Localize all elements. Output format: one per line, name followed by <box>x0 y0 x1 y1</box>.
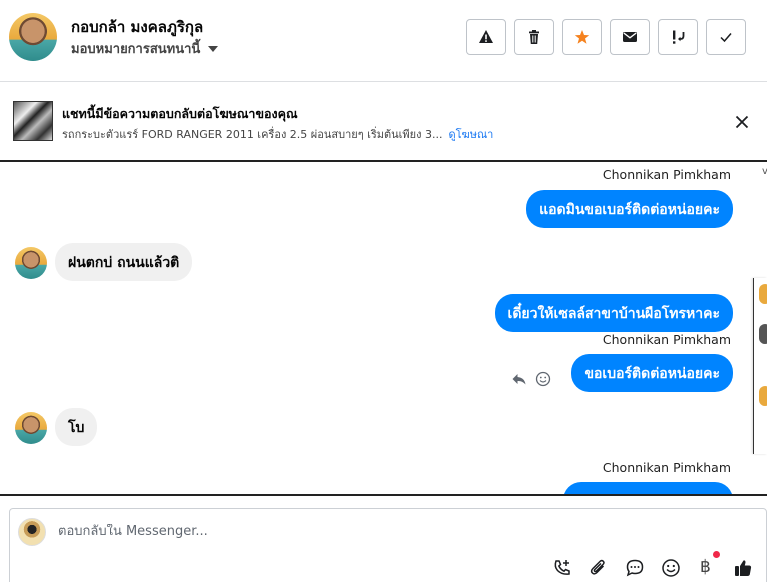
react-emoji-icon[interactable] <box>535 371 551 387</box>
contact-avatar-small[interactable] <box>15 412 47 444</box>
view-ad-link[interactable]: ดูโฆษณา <box>449 128 494 141</box>
composer <box>0 494 767 582</box>
add-call-icon[interactable] <box>552 558 572 578</box>
incoming-message[interactable]: โบ <box>55 408 98 446</box>
composer-box[interactable] <box>9 508 767 582</box>
ad-banner-title: แชทนี้มีข้อความตอบกลับต่อโฆษณาของคุณ <box>62 106 298 121</box>
side-avatar <box>759 284 767 304</box>
reply-input[interactable] <box>58 524 558 539</box>
attachment-icon[interactable] <box>589 558 609 578</box>
ad-description-line: รถกระบะตัวแรร์ FORD RANGER 2011 เครื่อง … <box>62 125 493 143</box>
side-avatar <box>759 386 767 406</box>
side-thumbnail <box>759 324 767 344</box>
mark-unread-button[interactable] <box>610 19 650 55</box>
follow-up-button[interactable] <box>658 19 698 55</box>
outgoing-message[interactable]: แอดมินขอเบอร์ติดต่อหน่อยคะ <box>526 190 733 228</box>
emoji-icon[interactable] <box>661 558 681 578</box>
assign-conversation-dropdown[interactable]: มอบหมายการสนทนานี้ <box>71 38 219 59</box>
sender-name: Chonnikan Pimkham <box>602 460 731 475</box>
ad-thumbnail[interactable] <box>13 101 53 141</box>
scroll-indicator: v <box>762 166 767 177</box>
star-icon <box>574 30 590 44</box>
outgoing-message[interactable]: เดี๋ยวให้เซลล์สาขาบ้านผือโทรหาคะ <box>494 294 733 332</box>
outgoing-message[interactable]: ขอเบอร์ติดต่อหน่อยคะ <box>571 354 733 392</box>
incoming-message[interactable]: ฝนตกบ่ ถนนแล้วติ <box>55 243 193 281</box>
star-button[interactable] <box>562 19 602 55</box>
mark-important-icon <box>673 30 685 44</box>
like-icon[interactable] <box>733 558 753 578</box>
page-avatar <box>18 518 46 546</box>
close-icon[interactable] <box>732 112 752 132</box>
contact-avatar-small[interactable] <box>15 247 47 279</box>
sender-name: Chonnikan Pimkham <box>602 332 731 347</box>
check-icon <box>720 33 732 43</box>
warning-icon <box>479 30 493 43</box>
caret-down-icon <box>208 45 219 52</box>
reply-icon[interactable] <box>511 371 527 387</box>
report-spam-button[interactable] <box>466 19 506 55</box>
side-panel-edge[interactable] <box>753 278 767 454</box>
mark-done-button[interactable] <box>706 19 746 55</box>
sender-name: Chonnikan Pimkham <box>602 167 731 182</box>
delete-button[interactable] <box>514 19 554 55</box>
saved-reply-icon[interactable] <box>625 558 645 578</box>
assign-label: มอบหมายการสนทนานี้ <box>71 42 201 57</box>
payment-icon[interactable]: ฿ <box>700 557 711 577</box>
trash-icon <box>529 30 539 44</box>
contact-name[interactable]: กอบกล้า มงคลภูริกุล <box>71 15 203 39</box>
outgoing-message-partial[interactable] <box>563 482 733 494</box>
contact-avatar[interactable] <box>9 13 57 61</box>
message-thread: Chonnikan Pimkham แอดมินขอเบอร์ติดต่อหน่… <box>0 164 755 494</box>
ad-reply-banner: แชทนี้มีข้อความตอบกลับต่อโฆษณาของคุณ รถก… <box>0 82 767 162</box>
ad-description: รถกระบะตัวแรร์ FORD RANGER 2011 เครื่อง … <box>62 128 443 141</box>
conversation-header: กอบกล้า มงคลภูริกุล มอบหมายการสนทนานี้ <box>0 0 767 82</box>
mail-icon <box>623 32 637 42</box>
notification-dot <box>713 551 720 558</box>
